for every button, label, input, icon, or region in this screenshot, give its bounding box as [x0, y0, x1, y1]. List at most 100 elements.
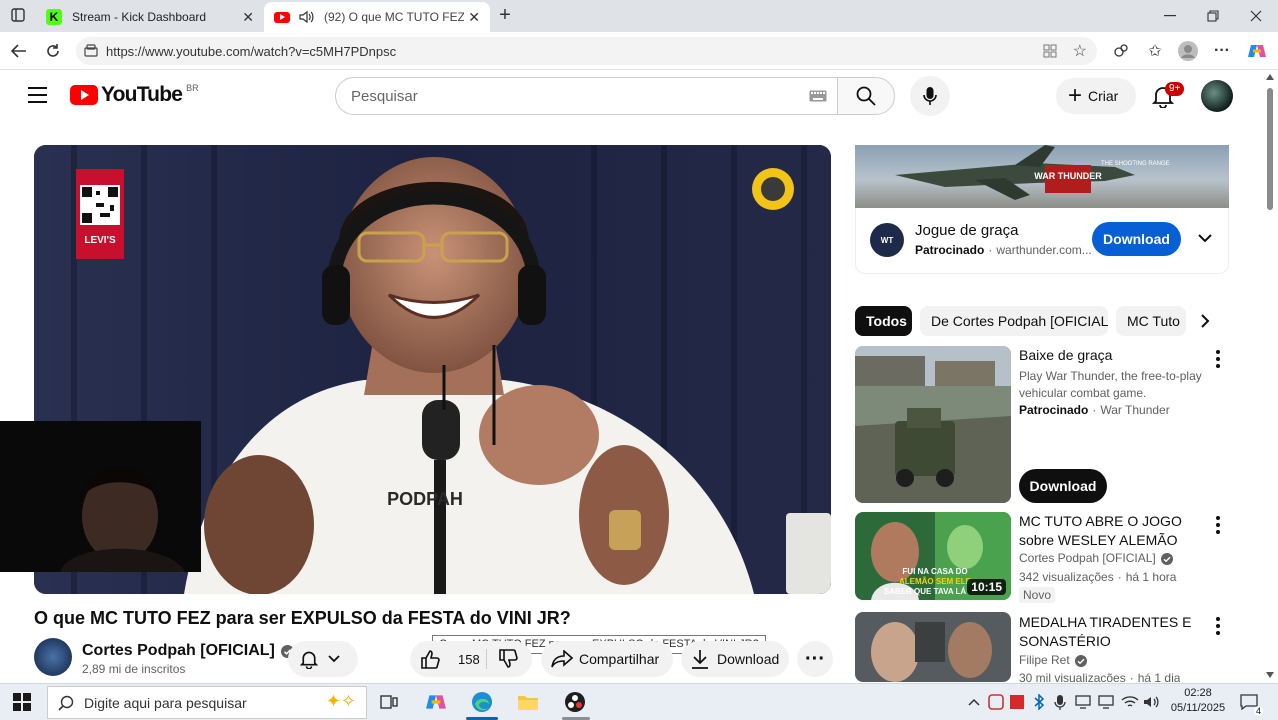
close-tab-icon[interactable]: ✕: [468, 9, 480, 26]
back-icon[interactable]: [9, 41, 29, 61]
taskbar-search-input[interactable]: Digite aqui para pesquisar ✦✧: [47, 686, 367, 719]
chip-channel[interactable]: De Cortes Podpah [OFICIAL]: [920, 306, 1108, 336]
scroll-thumb[interactable]: [1267, 88, 1273, 210]
subscription-bell-button[interactable]: [288, 641, 358, 677]
network-icon[interactable]: [1094, 690, 1118, 714]
chip-todos[interactable]: Todos: [855, 306, 912, 336]
share-button[interactable]: Compartilhar: [541, 641, 673, 677]
search-input[interactable]: Pesquisar: [335, 77, 838, 115]
rec-title[interactable]: Baixe de graça: [1019, 346, 1204, 365]
channel-name: Cortes Podpah [OFICIAL]: [82, 642, 275, 659]
account-avatar[interactable]: [1201, 80, 1233, 112]
wifi-icon[interactable]: [1118, 690, 1142, 714]
verified-icon: [1074, 654, 1087, 667]
ad-sponsored-label: Patrocinado: [915, 243, 985, 257]
ad-download-button[interactable]: Download: [1092, 222, 1181, 256]
notifications-button[interactable]: 9+: [1152, 82, 1185, 108]
guide-menu-icon[interactable]: [28, 86, 48, 104]
close-tab-icon[interactable]: ✕: [242, 9, 254, 26]
channel-avatar[interactable]: [34, 638, 72, 676]
youtube-logo[interactable]: YouTube BR: [70, 83, 199, 107]
search-highlight-icon: ✦✧: [325, 691, 356, 711]
task-view-icon[interactable]: [377, 690, 401, 714]
dislike-icon[interactable]: [498, 649, 518, 669]
copilot-taskbar-icon[interactable]: [424, 690, 448, 714]
create-button[interactable]: + Criar: [1056, 78, 1136, 114]
ad-meta: Patrocinado · warthunder.com...: [915, 243, 1092, 257]
channel-name-row[interactable]: Cortes Podpah [OFICIAL]: [82, 642, 294, 660]
like-icon[interactable]: [420, 649, 440, 669]
new-badge: Novo: [1019, 587, 1056, 603]
video-title: O que MC TUTO FEZ para ser EXPULSO da FE…: [34, 608, 571, 628]
url-text: https://www.youtube.com/watch?v=c5MH7PDn…: [106, 43, 397, 59]
chip-mc-tuto[interactable]: MC Tuto: [1116, 306, 1186, 336]
more-actions-button[interactable]: ···: [797, 641, 833, 677]
scroll-up-arrow[interactable]: [1266, 74, 1274, 80]
tab-youtube-video[interactable]: (92) O que MC TUTO FEZ par ✕: [264, 2, 490, 32]
verified-icon: [1160, 552, 1173, 565]
notification-badge: 9+: [1165, 82, 1185, 96]
rec-menu-icon[interactable]: [1216, 617, 1222, 638]
clock-time: 02:28: [1184, 687, 1212, 699]
site-info-icon[interactable]: [84, 44, 98, 58]
close-window-icon[interactable]: [1246, 6, 1266, 26]
keyboard-icon[interactable]: [809, 90, 827, 102]
rec-views: 342 visualizações: [1019, 570, 1114, 584]
rec-menu-icon[interactable]: [1216, 516, 1222, 537]
ad-title[interactable]: Jogue de graça: [915, 222, 1018, 239]
chevron-down-icon[interactable]: [1198, 234, 1212, 243]
browser-toolbar: https://www.youtube.com/watch?v=c5MH7PDn…: [0, 32, 1278, 70]
apps-icon[interactable]: [1043, 44, 1057, 58]
video-thumbnail[interactable]: FUI NA CASA DO ALEMÃO SEM ELE SABER QUE …: [855, 512, 1011, 600]
rec-channel[interactable]: Cortes Podpah [OFICIAL]: [1019, 550, 1156, 567]
tab-actions-icon[interactable]: [8, 5, 28, 25]
tab-kick-dashboard[interactable]: K Stream - Kick Dashboard ✕: [36, 2, 264, 32]
clock-date: 05/11/2025: [1170, 702, 1226, 714]
rec-title[interactable]: MEDALHA TIRADENTES E SONASTÉRIO: [1019, 613, 1204, 651]
rec-menu-icon[interactable]: [1216, 350, 1222, 371]
obs-studio-icon[interactable]: [563, 690, 587, 714]
volume-icon[interactable]: [1140, 690, 1164, 714]
file-explorer-icon[interactable]: [516, 690, 540, 714]
tray-red-icon[interactable]: [1005, 690, 1029, 714]
edge-browser-icon[interactable]: [470, 690, 494, 714]
microphone-icon: [923, 86, 937, 106]
taskbar-clock[interactable]: 02:28 05/11/2025: [1170, 686, 1226, 716]
microphone-tray-icon[interactable]: [1048, 690, 1072, 714]
scroll-down-arrow[interactable]: [1266, 672, 1274, 678]
more-options-icon[interactable]: ···: [1212, 41, 1232, 61]
rec-channel[interactable]: Filipe Ret: [1019, 652, 1070, 669]
new-tab-icon[interactable]: +: [495, 4, 515, 26]
youtube-play-icon: [70, 85, 98, 105]
bell-icon: [300, 649, 318, 669]
windows-start-icon[interactable]: [10, 690, 34, 714]
chevron-down-icon: [328, 655, 340, 663]
copilot-icon[interactable]: [1247, 41, 1267, 61]
search-button[interactable]: [837, 77, 895, 115]
ad-banner-image[interactable]: WAR THUNDER THE SHOOTING RANGE: [855, 145, 1229, 208]
rec-title[interactable]: MC TUTO ABRE O JOGO sobre WESLEY ALEMÃO: [1019, 512, 1204, 550]
rec-age: há 1 dia: [1137, 671, 1181, 682]
profile-icon[interactable]: [1178, 41, 1198, 61]
speaker-icon[interactable]: [298, 10, 314, 24]
display-icon[interactable]: [1071, 690, 1095, 714]
address-bar[interactable]: https://www.youtube.com/watch?v=c5MH7PDn…: [76, 37, 1097, 65]
voice-search-button[interactable]: [910, 76, 950, 116]
favorites-icon[interactable]: ✩: [1145, 41, 1165, 61]
minimize-icon[interactable]: [1160, 6, 1180, 26]
video-thumbnail[interactable]: [855, 612, 1011, 682]
restore-icon[interactable]: [1203, 6, 1223, 26]
reload-icon[interactable]: [43, 41, 63, 61]
notification-center-icon[interactable]: 4: [1237, 690, 1263, 716]
rec-download-button[interactable]: Download: [1019, 469, 1107, 503]
like-dislike-group: 158: [410, 641, 532, 677]
chevron-right-icon[interactable]: [1200, 314, 1210, 328]
show-hidden-icons-icon[interactable]: [962, 690, 986, 714]
favorite-star-icon[interactable]: ☆: [1073, 41, 1087, 61]
sponsored-thumbnail[interactable]: [855, 346, 1011, 503]
extensions-icon[interactable]: [1111, 41, 1131, 61]
youtube-tab-icon: [274, 11, 290, 23]
download-button[interactable]: Download: [681, 641, 789, 677]
advertiser-avatar[interactable]: WT: [870, 223, 904, 257]
page-scrollbar[interactable]: [1262, 70, 1278, 682]
